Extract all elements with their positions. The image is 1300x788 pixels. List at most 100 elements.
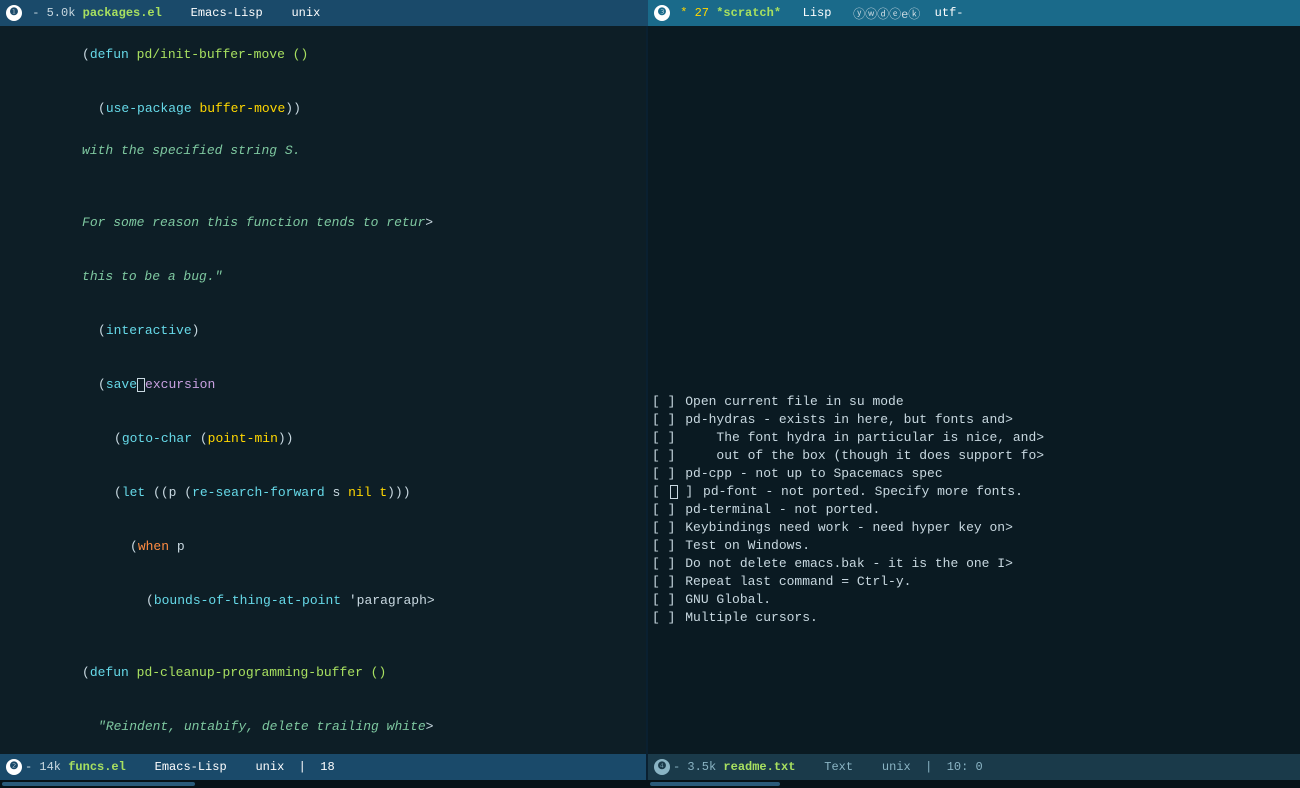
paren: )) <box>285 101 301 116</box>
list-item: [ ] pd-hydras - exists in here, but font… <box>652 411 1296 429</box>
left-scroll-thumb[interactable] <box>2 782 195 786</box>
bottom-modelines: ❷ - 14k funcs.el Emacs-Lisp unix | 18 ❹ … <box>0 754 1300 780</box>
ml3-flags: ⓨⓦⓓⓔeⓚ <box>853 5 920 22</box>
modeline-1: ❶ - 5.0k packages.el Emacs-Lisp unix <box>0 0 648 26</box>
paren: ( <box>146 593 154 608</box>
keyword-defun: defun <box>90 665 129 680</box>
list-item: [ ] pd-cpp - not up to Spacemacs spec <box>652 465 1296 483</box>
cb-left: [ ] <box>652 555 675 573</box>
code-line: For some reason this function tends to r… <box>4 196 642 250</box>
ml4-linenum: 10: 0 <box>947 760 983 774</box>
code-line: (defun pd-cleanup-programming-buffer () <box>4 646 642 700</box>
paren: ( <box>130 539 138 554</box>
paren: ( <box>114 485 122 500</box>
func-name: pd-cleanup-programming-buffer () <box>129 665 386 680</box>
ml2-size: - 14k <box>25 760 68 774</box>
ml3-sep4 <box>920 6 934 20</box>
scratch-empty-area <box>652 30 1296 280</box>
trunc: > <box>1005 519 1013 537</box>
text-cursor <box>670 485 678 499</box>
list-item: [ ] Do not delete emacs.bak - it is the … <box>652 555 1296 573</box>
ml3-sep2 <box>781 6 803 20</box>
right-pane: [ ] Open current file in su mode [ ] pd-… <box>648 26 1300 754</box>
paren: ( <box>82 47 90 62</box>
keyword: use-package <box>106 101 192 116</box>
cb-left: [ ] <box>652 393 675 411</box>
ml3-filename: *scratch* <box>716 6 781 20</box>
left-bottom-code: with the specified string S. For some re… <box>0 122 648 754</box>
cb-left: [ ] <box>652 501 675 519</box>
editor-container: ❶ - 5.0k packages.el Emacs-Lisp unix ❸ *… <box>0 0 1300 788</box>
list-item: [ ] GNU Global. <box>652 591 1296 609</box>
ml1-sep2 <box>263 6 292 20</box>
ml3-mode: Lisp <box>803 6 832 20</box>
modeline-4: ❹ - 3.5k readme.txt Text unix | 10: 0 <box>648 754 1300 780</box>
cb-left: [ ] <box>652 447 675 465</box>
right-bottom-list: [ ] Open current file in su mode [ ] pd-… <box>648 391 1300 754</box>
ml1-size: - 5.0k <box>32 6 82 20</box>
list-item: [ ] Keybindings need work - need hyper k… <box>652 519 1296 537</box>
item-text: Repeat last command = Ctrl-y. <box>685 573 911 591</box>
code-line: with the specified string S. <box>4 124 642 178</box>
keyword-defun: defun <box>90 47 129 62</box>
right-scrollbar <box>648 780 1300 788</box>
cb-left: [ ] <box>652 429 675 447</box>
keyword: bounds-of-thing-at-point <box>154 593 341 608</box>
list-item: [ ] pd-font - not ported. Specify more f… <box>652 483 1296 501</box>
ml1-sep1 <box>162 6 191 20</box>
string: For some reason this function tends to r… <box>82 215 425 230</box>
cb-left: [ <box>652 483 668 501</box>
cb-left: [ ] <box>652 573 675 591</box>
pane-number-3: ❸ <box>654 5 670 21</box>
item-text: out of the box (though it does support f… <box>685 447 1036 465</box>
item-text: The font hydra in particular is nice, an… <box>685 429 1036 447</box>
ml2-sep1 <box>126 760 155 774</box>
trunc: > <box>426 719 434 734</box>
ml2-sep2 <box>227 760 256 774</box>
code-line: (bounds-of-thing-at-point 'paragraph> <box>4 574 642 628</box>
code-line: (use-package buffer-move)) <box>4 82 642 122</box>
item-text: Open current file in su mode <box>685 393 903 411</box>
code-line: (saveexcursion <box>4 358 642 412</box>
left-pane: (defun pd/init-buffer-move () (use-packa… <box>0 26 648 754</box>
string: "Reindent, untabify, delete trailing whi… <box>98 719 426 734</box>
list-item: [ ] Repeat last command = Ctrl-y. <box>652 573 1296 591</box>
cb-left: [ ] <box>652 465 675 483</box>
paren: ) <box>192 323 200 338</box>
pane-number-2: ❷ <box>6 759 22 775</box>
list-item: [ ] Multiple cursors. <box>652 609 1296 627</box>
keyword: re-search-forward <box>192 485 325 500</box>
paren: ( <box>98 377 106 392</box>
ml4-size: - 3.5k <box>673 760 723 774</box>
ml1-dash <box>25 6 32 20</box>
item-text: pd-terminal - not ported. <box>685 501 880 519</box>
trunc: > <box>1036 429 1044 447</box>
code-line: (interactive) <box>4 304 642 358</box>
item-text: pd-hydras - exists in here, but fonts an… <box>685 411 1005 429</box>
right-scroll-thumb[interactable] <box>650 782 780 786</box>
item-text: Test on Windows. <box>685 537 810 555</box>
trunc: > <box>1036 447 1044 465</box>
modeline-3: ❸ * 27 *scratch* Lisp ⓨⓦⓓⓔeⓚ utf- <box>648 0 1300 26</box>
item-text: Do not delete emacs.bak - it is the one … <box>685 555 1005 573</box>
paren: ( <box>82 665 90 680</box>
func-name: pd/init-buffer-move () <box>129 47 308 62</box>
code-line: (let ((p (re-search-forward s nil t))) <box>4 466 642 520</box>
ml4-filename: readme.txt <box>723 760 795 774</box>
cb-left: [ ] <box>652 411 675 429</box>
modeline-2: ❷ - 14k funcs.el Emacs-Lisp unix | 18 <box>0 754 648 780</box>
ml4-sep3: | <box>911 760 947 774</box>
item-text: Keybindings need work - need hyper key o… <box>685 519 1005 537</box>
code-line: "Reindent, untabify, delete trailing whi… <box>4 700 642 754</box>
paren: ( <box>114 431 122 446</box>
ml1-filename: packages.el <box>83 6 162 20</box>
item-text: Multiple cursors. <box>685 609 818 627</box>
code-line: this to be a bug." <box>4 250 642 304</box>
text-cursor <box>137 378 145 392</box>
scrollbar-container <box>0 780 1300 788</box>
ml3-sep3 <box>831 6 853 20</box>
ml3-sep <box>673 6 680 20</box>
list-item: [ ] The font hydra in particular is nice… <box>652 429 1296 447</box>
ml2-sep3: | <box>284 760 320 774</box>
blank-line <box>4 628 642 646</box>
